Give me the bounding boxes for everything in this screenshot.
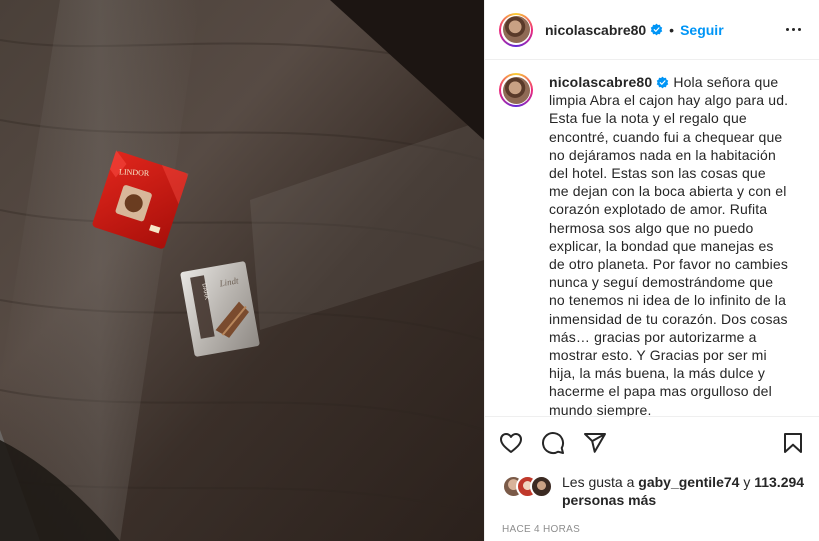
header-username[interactable]: nicolascabre80 (545, 22, 646, 38)
comments-section[interactable]: nicolascabre80 Hola señora que limpia Ab… (485, 61, 819, 416)
actions-area: Les gusta a gaby_gentile74 y 113.294 per… (485, 416, 819, 541)
likers-avatars[interactable] (502, 475, 558, 498)
verified-badge-icon (657, 76, 669, 89)
verified-badge-icon (650, 23, 663, 36)
liker-avatar (530, 475, 553, 498)
caption: nicolascabre80 Hola señora que limpia Ab… (549, 73, 789, 416)
instagram-post: LINDOR DARK Lindt nicolascabre80 • Segui… (0, 0, 819, 541)
post-timestamp[interactable]: HACE 4 HORAS (485, 509, 819, 535)
caption-avatar[interactable] (499, 73, 533, 107)
caption-row: nicolascabre80 Hola señora que limpia Ab… (499, 73, 805, 416)
action-bar (485, 417, 819, 469)
heart-icon[interactable] (499, 431, 523, 455)
post-photo: LINDOR DARK Lindt (0, 0, 484, 541)
comment-icon[interactable] (541, 431, 565, 455)
likes-prefix: Les gusta a (562, 474, 635, 490)
svg-text:LINDOR: LINDOR (119, 167, 150, 178)
likes-text: Les gusta a gaby_gentile74 y 113.294 per… (562, 473, 805, 509)
bookmark-icon[interactable] (781, 431, 805, 455)
avatar-image (502, 76, 530, 104)
follow-button[interactable]: Seguir (680, 22, 724, 38)
post-header: nicolascabre80 • Seguir (485, 0, 819, 60)
more-options-icon[interactable] (781, 18, 805, 42)
post-side-panel: nicolascabre80 • Seguir nicolascabre80 H… (484, 0, 819, 541)
caption-username[interactable]: nicolascabre80 (549, 74, 652, 90)
share-icon[interactable] (583, 431, 607, 455)
likes-section: Les gusta a gaby_gentile74 y 113.294 per… (485, 469, 819, 509)
likes-connector: y (743, 474, 751, 490)
header-separator: • (669, 21, 675, 38)
likes-user-link[interactable]: gaby_gentile74 (638, 474, 739, 490)
avatar-image (502, 16, 530, 43)
post-image[interactable]: LINDOR DARK Lindt (0, 0, 484, 541)
avatar[interactable] (499, 12, 533, 47)
caption-body: Hola señora que limpia Abra el cajon hay… (549, 74, 789, 416)
